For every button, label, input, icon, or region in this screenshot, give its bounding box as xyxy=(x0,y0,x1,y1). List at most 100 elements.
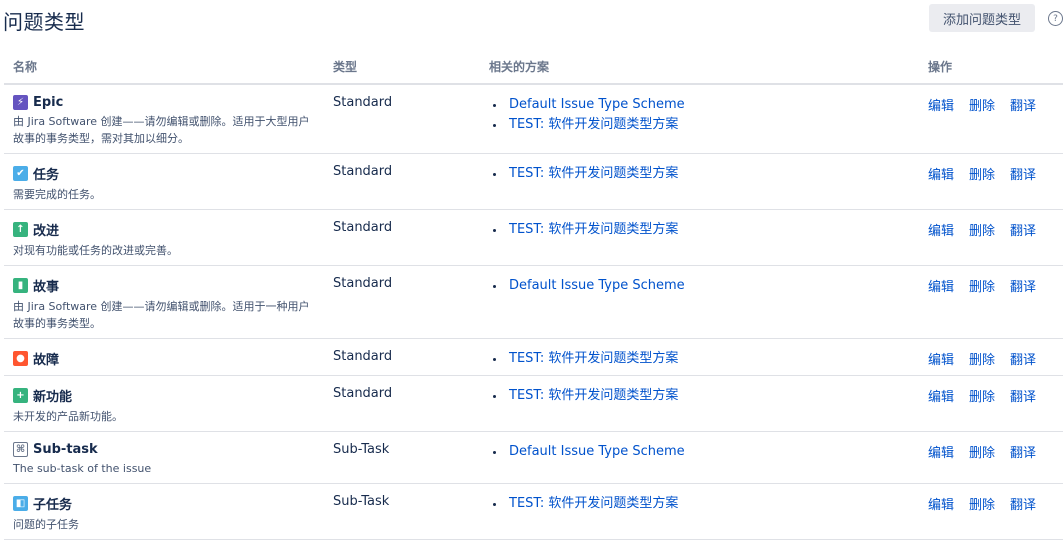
epic-icon: ⚡ xyxy=(13,95,28,110)
column-header-name: 名称 xyxy=(4,50,324,85)
issue-type-name: 子任务 xyxy=(33,498,73,513)
translate-link[interactable]: 翻译 xyxy=(1010,353,1036,368)
edit-link[interactable]: 编辑 xyxy=(928,390,954,405)
cell-name: ⌘ Sub-task The sub-task of the issue xyxy=(4,431,324,484)
translate-link[interactable]: 翻译 xyxy=(1010,168,1036,183)
cell-name: ✔ 任务 需要完成的任务。 xyxy=(4,153,324,210)
edit-link[interactable]: 编辑 xyxy=(928,224,954,239)
scheme-link[interactable]: Default Issue Type Scheme xyxy=(506,95,910,115)
scheme-list: Default Issue Type SchemeTEST: 软件开发问题类型方… xyxy=(489,95,910,135)
cell-name: + 新功能 未开发的产品新功能。 xyxy=(4,375,324,432)
translate-link[interactable]: 翻译 xyxy=(1010,280,1036,295)
cell-operations: 编辑 删除 翻译 xyxy=(919,375,1063,432)
issue-type-kind: Standard xyxy=(333,220,393,235)
cell-name: ↑ 改进 对现有功能或任务的改进或完善。 xyxy=(4,209,324,266)
delete-link[interactable]: 删除 xyxy=(969,390,995,405)
issue-type-name: 改进 xyxy=(33,224,60,239)
column-header-schemes: 相关的方案 xyxy=(480,50,919,85)
table-row: + 新功能 未开发的产品新功能。 Standard TEST: 软件开发问题类型… xyxy=(4,375,1063,432)
cell-schemes: TEST: 软件开发问题类型方案 xyxy=(480,153,919,210)
new-feature-icon: + xyxy=(13,388,28,403)
cell-name: ▮ 故事 由 Jira Software 创建——请勿编辑或删除。适用于一种用户… xyxy=(4,265,324,339)
cell-type: Standard xyxy=(324,375,480,432)
issue-type-name: 任务 xyxy=(33,168,60,183)
page-title: 问题类型 xyxy=(3,10,85,34)
scheme-link[interactable]: TEST: 软件开发问题类型方案 xyxy=(506,164,910,184)
improvement-icon: ↑ xyxy=(13,222,28,237)
cell-operations: 编辑 删除 翻译 xyxy=(919,153,1063,210)
cell-name: ⚡ Epic 由 Jira Software 创建——请勿编辑或删除。适用于大型… xyxy=(4,84,324,154)
issue-type-description: 问题的子任务 xyxy=(13,518,79,531)
add-issue-type-button[interactable]: 添加问题类型 xyxy=(929,4,1035,32)
scheme-link[interactable]: TEST: 软件开发问题类型方案 xyxy=(506,349,910,369)
scheme-link[interactable]: TEST: 软件开发问题类型方案 xyxy=(506,494,910,514)
delete-link[interactable]: 删除 xyxy=(969,446,995,461)
issue-type-description: 对现有功能或任务的改进或完善。 xyxy=(13,244,178,257)
delete-link[interactable]: 删除 xyxy=(969,353,995,368)
cell-type: Sub-Task xyxy=(324,483,480,540)
column-header-type: 类型 xyxy=(324,50,480,85)
cell-operations: 编辑 删除 翻译 xyxy=(919,84,1063,154)
scheme-list: Default Issue Type Scheme xyxy=(489,276,910,296)
issue-type-name: 故障 xyxy=(33,353,60,368)
subtask-icon: ⌘ xyxy=(13,442,28,457)
cell-type: Standard xyxy=(324,153,480,210)
help-icon[interactable]: ? xyxy=(1048,11,1063,26)
issue-type-name: 故事 xyxy=(33,280,60,295)
edit-link[interactable]: 编辑 xyxy=(928,280,954,295)
issue-type-kind: Standard xyxy=(333,164,393,179)
scheme-list: TEST: 软件开发问题类型方案 xyxy=(489,494,910,514)
issue-types-table: 名称 类型 相关的方案 操作 ⚡ Epic 由 Jira Software 创建… xyxy=(4,50,1063,540)
bug-icon: ● xyxy=(13,351,28,366)
scheme-link[interactable]: Default Issue Type Scheme xyxy=(506,276,910,296)
table-row: ● 故障 Standard TEST: 软件开发问题类型方案 编辑删除翻译 xyxy=(4,338,1063,376)
issue-type-name: Epic xyxy=(33,95,64,110)
cell-schemes: Default Issue Type Scheme xyxy=(480,431,919,484)
delete-link[interactable]: 删除 xyxy=(969,280,995,295)
issue-type-description: 由 Jira Software 创建——请勿编辑或删除。适用于大型用户故事的事务… xyxy=(13,115,310,145)
scheme-link[interactable]: Default Issue Type Scheme xyxy=(506,442,910,462)
issue-type-kind: Standard xyxy=(333,349,393,364)
delete-link[interactable]: 删除 xyxy=(969,168,995,183)
translate-link[interactable]: 翻译 xyxy=(1010,224,1036,239)
cell-operations: 编辑 删除 翻译 xyxy=(919,431,1063,484)
issue-type-description: 需要完成的任务。 xyxy=(13,188,101,201)
cell-name: ◧ 子任务 问题的子任务 xyxy=(4,483,324,540)
cell-schemes: Default Issue Type Scheme xyxy=(480,265,919,339)
scheme-link[interactable]: TEST: 软件开发问题类型方案 xyxy=(506,115,910,135)
edit-link[interactable]: 编辑 xyxy=(928,446,954,461)
cell-type: Standard xyxy=(324,209,480,266)
scheme-list: TEST: 软件开发问题类型方案 xyxy=(489,386,910,406)
issue-type-description: 未开发的产品新功能。 xyxy=(13,410,123,423)
translate-link[interactable]: 翻译 xyxy=(1010,446,1036,461)
edit-link[interactable]: 编辑 xyxy=(928,498,954,513)
cell-type: Standard xyxy=(324,338,480,376)
task-icon: ✔ xyxy=(13,166,28,181)
table-row: ✔ 任务 需要完成的任务。 Standard TEST: 软件开发问题类型方案 … xyxy=(4,153,1063,210)
scheme-link[interactable]: TEST: 软件开发问题类型方案 xyxy=(506,386,910,406)
scheme-list: TEST: 软件开发问题类型方案 xyxy=(489,220,910,240)
issue-type-name: Sub-task xyxy=(33,442,98,457)
story-icon: ▮ xyxy=(13,278,28,293)
translate-link[interactable]: 翻译 xyxy=(1010,390,1036,405)
translate-link[interactable]: 翻译 xyxy=(1010,498,1036,513)
delete-link[interactable]: 删除 xyxy=(969,498,995,513)
translate-link[interactable]: 翻译 xyxy=(1010,99,1036,114)
cell-name: ● 故障 xyxy=(4,338,324,376)
issue-type-description: 由 Jira Software 创建——请勿编辑或删除。适用于一种用户故事的事务… xyxy=(13,300,310,330)
cell-operations: 编辑 删除 翻译 xyxy=(919,209,1063,266)
issue-type-kind: Standard xyxy=(333,276,393,291)
cell-type: Standard xyxy=(324,84,480,154)
edit-link[interactable]: 编辑 xyxy=(928,353,954,368)
delete-link[interactable]: 删除 xyxy=(969,99,995,114)
edit-link[interactable]: 编辑 xyxy=(928,168,954,183)
cell-operations: 编辑 删除 翻译 xyxy=(919,483,1063,540)
table-row: ↑ 改进 对现有功能或任务的改进或完善。 Standard TEST: 软件开发… xyxy=(4,209,1063,266)
scheme-link[interactable]: TEST: 软件开发问题类型方案 xyxy=(506,220,910,240)
issue-type-name: 新功能 xyxy=(33,390,73,405)
cell-schemes: TEST: 软件开发问题类型方案 xyxy=(480,375,919,432)
delete-link[interactable]: 删除 xyxy=(969,224,995,239)
scheme-list: TEST: 软件开发问题类型方案 xyxy=(489,164,910,184)
scheme-list: Default Issue Type Scheme xyxy=(489,442,910,462)
edit-link[interactable]: 编辑 xyxy=(928,99,954,114)
